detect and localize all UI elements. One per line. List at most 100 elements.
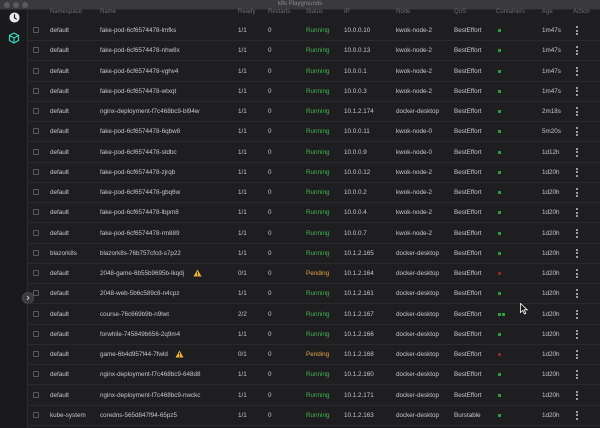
header-age[interactable]: Age	[542, 9, 553, 15]
table-row[interactable]: default fake-pod-6cf6574478-vghv4 1/1 0 Runn…	[28, 62, 600, 82]
cell-namespace: default	[50, 128, 69, 136]
cell-name[interactable]: fake-pod-6cf6574478-nhw8x	[100, 47, 180, 54]
cell-name[interactable]: fake-pod-6cf6574478-lmfks	[100, 27, 176, 34]
header-node[interactable]: Node	[396, 9, 410, 15]
cell-name[interactable]: fake-pod-6cf6574478-gbq6w	[100, 189, 180, 196]
table-row[interactable]: default fake-pod-6cf6574478-6qbw8 1/1 0 Runn…	[28, 122, 600, 143]
table-row[interactable]: default 2048-game-6b55b9695b-lkqdj 0/1 0 Pen…	[28, 264, 600, 284]
row-actions-button[interactable]	[575, 46, 579, 56]
header-namespace[interactable]: Namespace	[50, 9, 82, 15]
table-row[interactable]: default fake-pod-6cf6574478-gbq6w 1/1 0 Runn…	[28, 183, 600, 203]
cell-name[interactable]: forwhile-745849b656-2q9m4	[100, 331, 180, 338]
row-actions-button[interactable]	[575, 26, 579, 35]
row-checkbox[interactable]	[33, 290, 39, 297]
cell-name[interactable]: game-6b4d957f44-7fwld	[100, 351, 168, 358]
row-checkbox[interactable]	[33, 189, 39, 195]
header-ip[interactable]: IP	[344, 9, 350, 15]
row-checkbox[interactable]	[33, 391, 39, 398]
header-restarts[interactable]: Restarts	[268, 9, 290, 15]
cell-qos: BestEffort	[454, 371, 482, 379]
row-actions-button[interactable]	[575, 86, 579, 96]
row-actions-button[interactable]	[575, 309, 579, 319]
row-actions-button[interactable]	[575, 147, 579, 157]
row-checkbox[interactable]	[33, 108, 39, 114]
row-actions-button[interactable]	[575, 248, 579, 258]
row-checkbox[interactable]	[33, 67, 39, 74]
table-row[interactable]: default fake-pod-6cf6574478-lbpm8 1/1 0 Runn…	[28, 203, 600, 224]
cell-name[interactable]: fake-pod-6cf6574478-zjrqb	[100, 169, 175, 176]
row-checkbox[interactable]	[33, 148, 39, 155]
row-checkbox[interactable]	[33, 351, 39, 357]
table-row[interactable]: default game-6b4d957f44-7fwld 0/1 0 Pending 1…	[28, 345, 600, 365]
row-checkbox[interactable]	[33, 371, 39, 378]
table-row[interactable]: default nginx-deployment-f7c468bc9-648d8 1…	[28, 365, 600, 386]
table-row[interactable]: default fake-pod-6cf6574478-rm889 1/1 0 Runn…	[28, 224, 600, 244]
table-row[interactable]: default course-76c669b9b-n9lwt 2/2 0 Running…	[28, 305, 600, 325]
cell-name[interactable]: nginx-deployment-f7c468bc9-bl94w	[100, 108, 199, 115]
cube-icon[interactable]	[7, 31, 21, 45]
row-actions-button[interactable]	[575, 228, 579, 238]
cell-name[interactable]: nginx-deployment-f7c468bc9-nwckc	[100, 392, 200, 399]
row-actions-button[interactable]	[575, 370, 579, 380]
cell-name[interactable]: 2048-web-5b6c589c8-n4cpz	[100, 290, 179, 297]
cell-name[interactable]: fake-pod-6cf6574478-stdbc	[100, 149, 177, 156]
row-checkbox[interactable]	[33, 47, 39, 54]
row-checkbox[interactable]	[33, 411, 39, 418]
cell-name[interactable]: fake-pod-6cf6574478-vghv4	[100, 68, 178, 75]
cell-name[interactable]: blazork8s-76b757cfcd-s7p22	[100, 250, 181, 257]
cell-qos: BestEffort	[454, 47, 482, 55]
row-checkbox[interactable]	[33, 87, 39, 94]
cell-name[interactable]: fake-pod-6cf6574478-lbpm8	[100, 209, 179, 216]
row-checkbox[interactable]	[33, 27, 39, 33]
cell-name[interactable]: nginx-deployment-f7c468bc9-648d8	[100, 371, 200, 378]
table-row[interactable]: default nginx-deployment-f7c468bc9-bl94w 1…	[28, 102, 600, 122]
header-name[interactable]: Name	[100, 9, 116, 15]
cell-name[interactable]: fake-pod-6cf6574478-6qbw8	[100, 128, 180, 135]
row-checkbox[interactable]	[33, 310, 39, 317]
table-row[interactable]: default fake-pod-6cf6574478-wtxqt 1/1 0 Runn…	[28, 82, 600, 102]
row-actions-button[interactable]	[575, 329, 579, 339]
cell-namespace: default	[50, 108, 69, 115]
clock-icon[interactable]	[7, 10, 21, 24]
header-ready[interactable]: Ready	[238, 9, 255, 15]
table-row[interactable]: default fake-pod-6cf6574478-zjrqb 1/1 0 Runn…	[28, 163, 600, 183]
table-row[interactable]: default fake-pod-6cf6574478-nhw8x 1/1 0 Runn…	[28, 41, 600, 62]
row-actions-button[interactable]	[575, 66, 579, 76]
table-row[interactable]: default fake-pod-6cf6574478-lmfks 1/1 0 Runn…	[28, 21, 600, 41]
header-qos[interactable]: QoS	[454, 9, 466, 15]
row-checkbox[interactable]	[33, 128, 39, 135]
row-actions-button[interactable]	[575, 208, 579, 218]
cell-name[interactable]: fake-pod-6cf6574478-wtxqt	[100, 88, 176, 95]
row-actions-button[interactable]	[575, 410, 579, 420]
row-actions-button[interactable]	[575, 390, 579, 400]
cell-name[interactable]: coredns-565d847f94-65pz5	[100, 412, 177, 419]
row-actions-button[interactable]	[575, 188, 579, 197]
table-row[interactable]: default forwhile-745849b656-2q9m4 1/1 0 Runn…	[28, 325, 600, 345]
table-row[interactable]: blazork8s blazork8s-76b757cfcd-s7p22 1/1 0 R…	[28, 244, 600, 264]
cell-name[interactable]: 2048-game-6b55b9695b-lkqdj	[100, 270, 184, 277]
row-actions-button[interactable]	[575, 127, 579, 137]
table-row[interactable]: default 2048-web-5b6c589c8-n4cpz 1/1 0 Runni…	[28, 284, 600, 305]
table-row[interactable]: default fake-pod-6cf6574478-stdbc 1/1 0 Runn…	[28, 143, 600, 163]
table-row[interactable]: default nginx-deployment-f7c468bc9-nwckc 1…	[28, 386, 600, 406]
cell-age: 1d20h	[542, 229, 560, 237]
header-containers[interactable]: Containers	[496, 9, 525, 15]
row-actions-button[interactable]	[575, 350, 579, 359]
warning-icon	[175, 350, 184, 358]
row-checkbox[interactable]	[33, 249, 39, 256]
cell-name[interactable]: fake-pod-6cf6574478-rm889	[100, 230, 179, 237]
cell-name[interactable]: course-76c669b9b-n9lwt	[100, 311, 169, 318]
row-checkbox[interactable]	[33, 168, 39, 175]
cell-age: 1m47s	[542, 47, 561, 55]
row-actions-button[interactable]	[575, 167, 579, 177]
row-checkbox[interactable]	[33, 330, 39, 337]
row-actions-button[interactable]	[575, 269, 579, 278]
row-checkbox[interactable]	[33, 229, 39, 236]
row-checkbox[interactable]	[33, 209, 39, 216]
header-status[interactable]: Status	[306, 9, 323, 15]
row-actions-button[interactable]	[575, 289, 579, 299]
table-row[interactable]: kube-system coredns-565d847f94-65pz5 1/1 0 R…	[28, 406, 600, 426]
row-checkbox[interactable]	[33, 270, 39, 276]
row-actions-button[interactable]	[575, 107, 579, 116]
container-status-indicator	[498, 393, 501, 397]
